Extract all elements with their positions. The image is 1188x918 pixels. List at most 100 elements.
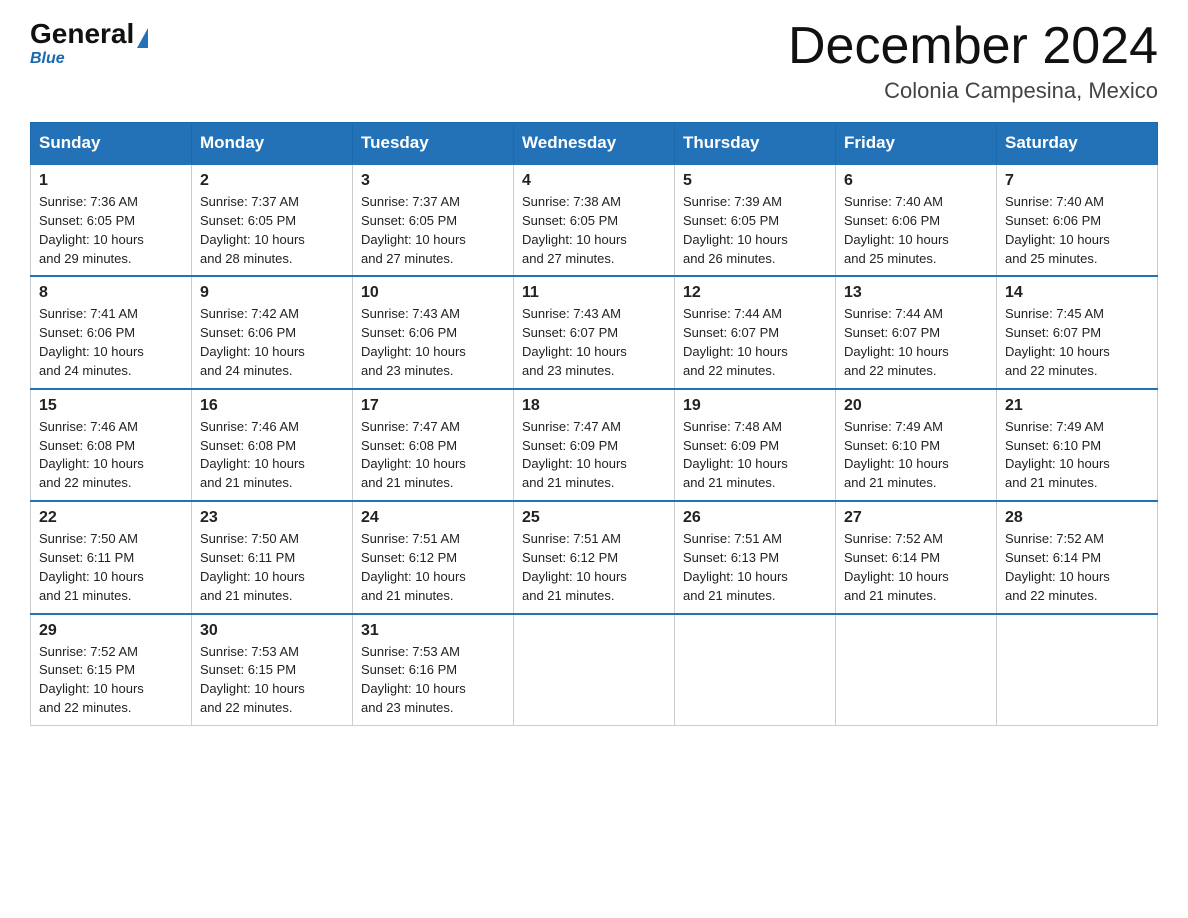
calendar-cell: 9 Sunrise: 7:42 AM Sunset: 6:06 PM Dayli… (192, 276, 353, 388)
calendar-cell: 17 Sunrise: 7:47 AM Sunset: 6:08 PM Dayl… (353, 389, 514, 501)
calendar-header: SundayMondayTuesdayWednesdayThursdayFrid… (31, 123, 1158, 165)
calendar-cell: 6 Sunrise: 7:40 AM Sunset: 6:06 PM Dayli… (836, 164, 997, 276)
day-number: 1 (39, 172, 183, 190)
day-number: 7 (1005, 172, 1149, 190)
day-info: Sunrise: 7:53 AM Sunset: 6:15 PM Dayligh… (200, 643, 344, 718)
day-number: 10 (361, 284, 505, 302)
day-info: Sunrise: 7:43 AM Sunset: 6:06 PM Dayligh… (361, 305, 505, 380)
calendar-cell (514, 614, 675, 726)
day-info: Sunrise: 7:47 AM Sunset: 6:09 PM Dayligh… (522, 418, 666, 493)
day-info: Sunrise: 7:47 AM Sunset: 6:08 PM Dayligh… (361, 418, 505, 493)
calendar-cell: 10 Sunrise: 7:43 AM Sunset: 6:06 PM Dayl… (353, 276, 514, 388)
calendar-cell: 27 Sunrise: 7:52 AM Sunset: 6:14 PM Dayl… (836, 501, 997, 613)
header-saturday: Saturday (997, 123, 1158, 165)
calendar-cell: 23 Sunrise: 7:50 AM Sunset: 6:11 PM Dayl… (192, 501, 353, 613)
week-row-5: 29 Sunrise: 7:52 AM Sunset: 6:15 PM Dayl… (31, 614, 1158, 726)
calendar-cell: 31 Sunrise: 7:53 AM Sunset: 6:16 PM Dayl… (353, 614, 514, 726)
day-info: Sunrise: 7:49 AM Sunset: 6:10 PM Dayligh… (1005, 418, 1149, 493)
calendar-cell: 18 Sunrise: 7:47 AM Sunset: 6:09 PM Dayl… (514, 389, 675, 501)
logo-text: General (30, 20, 150, 48)
header-friday: Friday (836, 123, 997, 165)
day-number: 11 (522, 284, 666, 302)
location-title: Colonia Campesina, Mexico (788, 78, 1158, 104)
calendar-cell: 29 Sunrise: 7:52 AM Sunset: 6:15 PM Dayl… (31, 614, 192, 726)
calendar-table: SundayMondayTuesdayWednesdayThursdayFrid… (30, 122, 1158, 726)
calendar-cell (836, 614, 997, 726)
title-block: December 2024 Colonia Campesina, Mexico (788, 20, 1158, 104)
calendar-cell: 19 Sunrise: 7:48 AM Sunset: 6:09 PM Dayl… (675, 389, 836, 501)
day-number: 4 (522, 172, 666, 190)
day-info: Sunrise: 7:44 AM Sunset: 6:07 PM Dayligh… (683, 305, 827, 380)
calendar-body: 1 Sunrise: 7:36 AM Sunset: 6:05 PM Dayli… (31, 164, 1158, 725)
calendar-cell: 20 Sunrise: 7:49 AM Sunset: 6:10 PM Dayl… (836, 389, 997, 501)
calendar-cell (997, 614, 1158, 726)
calendar-cell: 24 Sunrise: 7:51 AM Sunset: 6:12 PM Dayl… (353, 501, 514, 613)
day-number: 25 (522, 509, 666, 527)
day-number: 14 (1005, 284, 1149, 302)
day-info: Sunrise: 7:50 AM Sunset: 6:11 PM Dayligh… (200, 530, 344, 605)
day-info: Sunrise: 7:48 AM Sunset: 6:09 PM Dayligh… (683, 418, 827, 493)
calendar-cell: 3 Sunrise: 7:37 AM Sunset: 6:05 PM Dayli… (353, 164, 514, 276)
day-info: Sunrise: 7:37 AM Sunset: 6:05 PM Dayligh… (200, 193, 344, 268)
day-info: Sunrise: 7:42 AM Sunset: 6:06 PM Dayligh… (200, 305, 344, 380)
day-number: 13 (844, 284, 988, 302)
calendar-cell: 25 Sunrise: 7:51 AM Sunset: 6:12 PM Dayl… (514, 501, 675, 613)
calendar-cell: 12 Sunrise: 7:44 AM Sunset: 6:07 PM Dayl… (675, 276, 836, 388)
day-info: Sunrise: 7:46 AM Sunset: 6:08 PM Dayligh… (200, 418, 344, 493)
calendar-cell: 28 Sunrise: 7:52 AM Sunset: 6:14 PM Dayl… (997, 501, 1158, 613)
calendar-cell: 26 Sunrise: 7:51 AM Sunset: 6:13 PM Dayl… (675, 501, 836, 613)
day-info: Sunrise: 7:39 AM Sunset: 6:05 PM Dayligh… (683, 193, 827, 268)
day-info: Sunrise: 7:43 AM Sunset: 6:07 PM Dayligh… (522, 305, 666, 380)
logo-blue-text: Blue (30, 50, 65, 68)
day-info: Sunrise: 7:51 AM Sunset: 6:13 PM Dayligh… (683, 530, 827, 605)
calendar-cell: 13 Sunrise: 7:44 AM Sunset: 6:07 PM Dayl… (836, 276, 997, 388)
day-number: 12 (683, 284, 827, 302)
day-number: 26 (683, 509, 827, 527)
header-wednesday: Wednesday (514, 123, 675, 165)
day-number: 3 (361, 172, 505, 190)
day-info: Sunrise: 7:40 AM Sunset: 6:06 PM Dayligh… (844, 193, 988, 268)
calendar-cell: 30 Sunrise: 7:53 AM Sunset: 6:15 PM Dayl… (192, 614, 353, 726)
day-number: 19 (683, 397, 827, 415)
day-number: 15 (39, 397, 183, 415)
calendar-cell: 15 Sunrise: 7:46 AM Sunset: 6:08 PM Dayl… (31, 389, 192, 501)
day-number: 29 (39, 622, 183, 640)
logo: General Blue (30, 20, 150, 68)
day-number: 9 (200, 284, 344, 302)
calendar-cell: 5 Sunrise: 7:39 AM Sunset: 6:05 PM Dayli… (675, 164, 836, 276)
header-thursday: Thursday (675, 123, 836, 165)
month-title: December 2024 (788, 20, 1158, 72)
day-number: 5 (683, 172, 827, 190)
day-number: 6 (844, 172, 988, 190)
page-header: General Blue December 2024 Colonia Campe… (30, 20, 1158, 104)
day-number: 20 (844, 397, 988, 415)
header-tuesday: Tuesday (353, 123, 514, 165)
calendar-cell: 4 Sunrise: 7:38 AM Sunset: 6:05 PM Dayli… (514, 164, 675, 276)
calendar-cell: 16 Sunrise: 7:46 AM Sunset: 6:08 PM Dayl… (192, 389, 353, 501)
day-info: Sunrise: 7:51 AM Sunset: 6:12 PM Dayligh… (522, 530, 666, 605)
calendar-cell (675, 614, 836, 726)
calendar-cell: 7 Sunrise: 7:40 AM Sunset: 6:06 PM Dayli… (997, 164, 1158, 276)
day-number: 17 (361, 397, 505, 415)
week-row-4: 22 Sunrise: 7:50 AM Sunset: 6:11 PM Dayl… (31, 501, 1158, 613)
day-number: 8 (39, 284, 183, 302)
day-info: Sunrise: 7:49 AM Sunset: 6:10 PM Dayligh… (844, 418, 988, 493)
day-info: Sunrise: 7:46 AM Sunset: 6:08 PM Dayligh… (39, 418, 183, 493)
header-sunday: Sunday (31, 123, 192, 165)
day-info: Sunrise: 7:38 AM Sunset: 6:05 PM Dayligh… (522, 193, 666, 268)
week-row-3: 15 Sunrise: 7:46 AM Sunset: 6:08 PM Dayl… (31, 389, 1158, 501)
day-info: Sunrise: 7:50 AM Sunset: 6:11 PM Dayligh… (39, 530, 183, 605)
logo-general-text: General (30, 20, 134, 48)
calendar-cell: 2 Sunrise: 7:37 AM Sunset: 6:05 PM Dayli… (192, 164, 353, 276)
day-number: 16 (200, 397, 344, 415)
day-info: Sunrise: 7:37 AM Sunset: 6:05 PM Dayligh… (361, 193, 505, 268)
calendar-cell: 14 Sunrise: 7:45 AM Sunset: 6:07 PM Dayl… (997, 276, 1158, 388)
day-number: 30 (200, 622, 344, 640)
calendar-cell: 8 Sunrise: 7:41 AM Sunset: 6:06 PM Dayli… (31, 276, 192, 388)
day-info: Sunrise: 7:53 AM Sunset: 6:16 PM Dayligh… (361, 643, 505, 718)
day-number: 28 (1005, 509, 1149, 527)
header-row: SundayMondayTuesdayWednesdayThursdayFrid… (31, 123, 1158, 165)
calendar-cell: 11 Sunrise: 7:43 AM Sunset: 6:07 PM Dayl… (514, 276, 675, 388)
day-info: Sunrise: 7:40 AM Sunset: 6:06 PM Dayligh… (1005, 193, 1149, 268)
day-number: 18 (522, 397, 666, 415)
